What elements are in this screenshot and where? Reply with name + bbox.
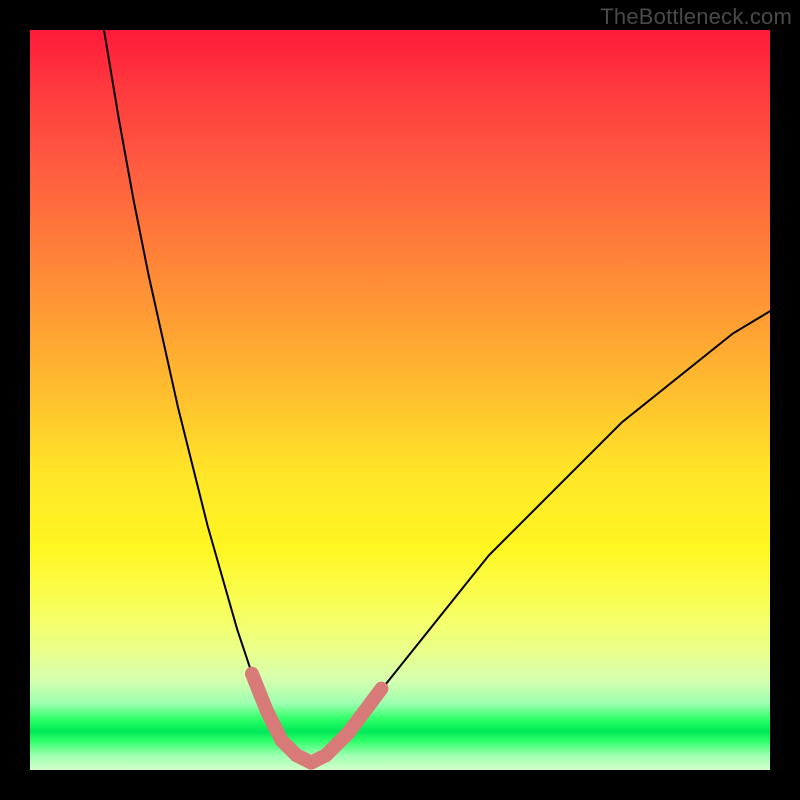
chart-frame: TheBottleneck.com [0, 0, 800, 800]
markers-group [252, 674, 382, 763]
curve-left-branch [104, 30, 311, 763]
curves-group [104, 30, 770, 763]
valley-marker-segment [370, 689, 381, 704]
watermark-text: TheBottleneck.com [600, 4, 792, 30]
plot-area [30, 30, 770, 770]
curve-layer [30, 30, 770, 770]
valley-marker-flat [311, 755, 326, 762]
